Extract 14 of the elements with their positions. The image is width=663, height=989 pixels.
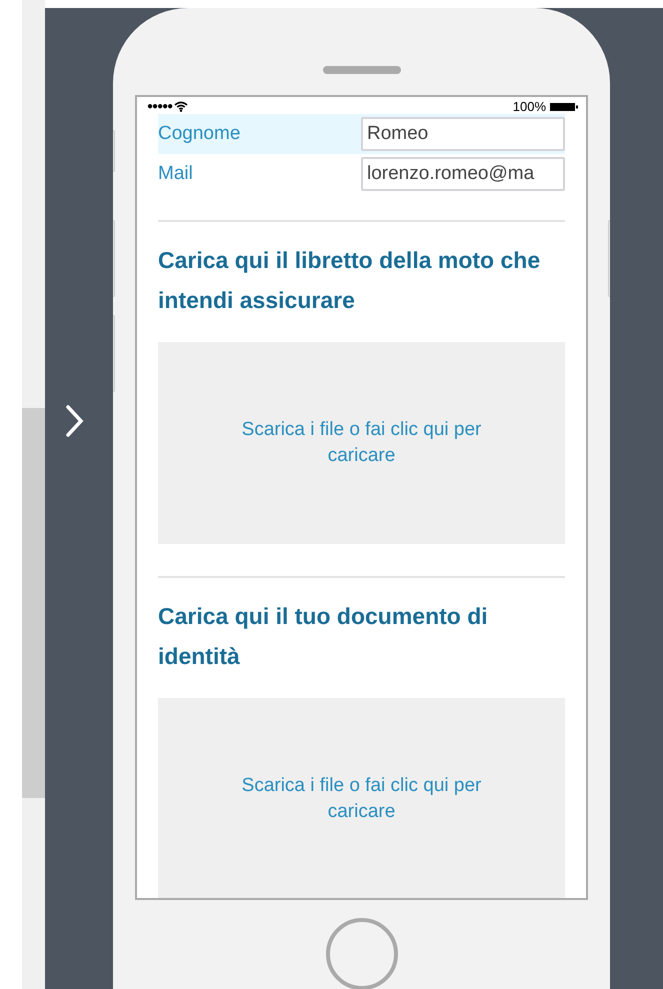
battery-percentage: 100% [512,99,546,114]
field-label: Cognome [158,123,240,145]
battery-icon [550,102,578,110]
field-label: Mail [158,163,193,185]
scrollbar-thumb[interactable] [22,408,45,798]
dropzone-text: Scarica i file o fai clic qui per caricare [240,418,482,468]
section-heading: Carica qui il tuo documento di identità [158,602,489,671]
home-button[interactable] [326,918,398,989]
signal-strength: ●●●●● [147,101,172,112]
dropzone-text: Scarica i file o fai clic qui per caricare [240,774,482,824]
input-field[interactable]: Romeo [361,117,565,151]
wifi-icon [174,101,188,112]
input-field[interactable]: lorenzo.romeo@ma [361,157,565,191]
section-heading: Carica qui il libretto della moto che intendi assicurare [158,246,542,315]
